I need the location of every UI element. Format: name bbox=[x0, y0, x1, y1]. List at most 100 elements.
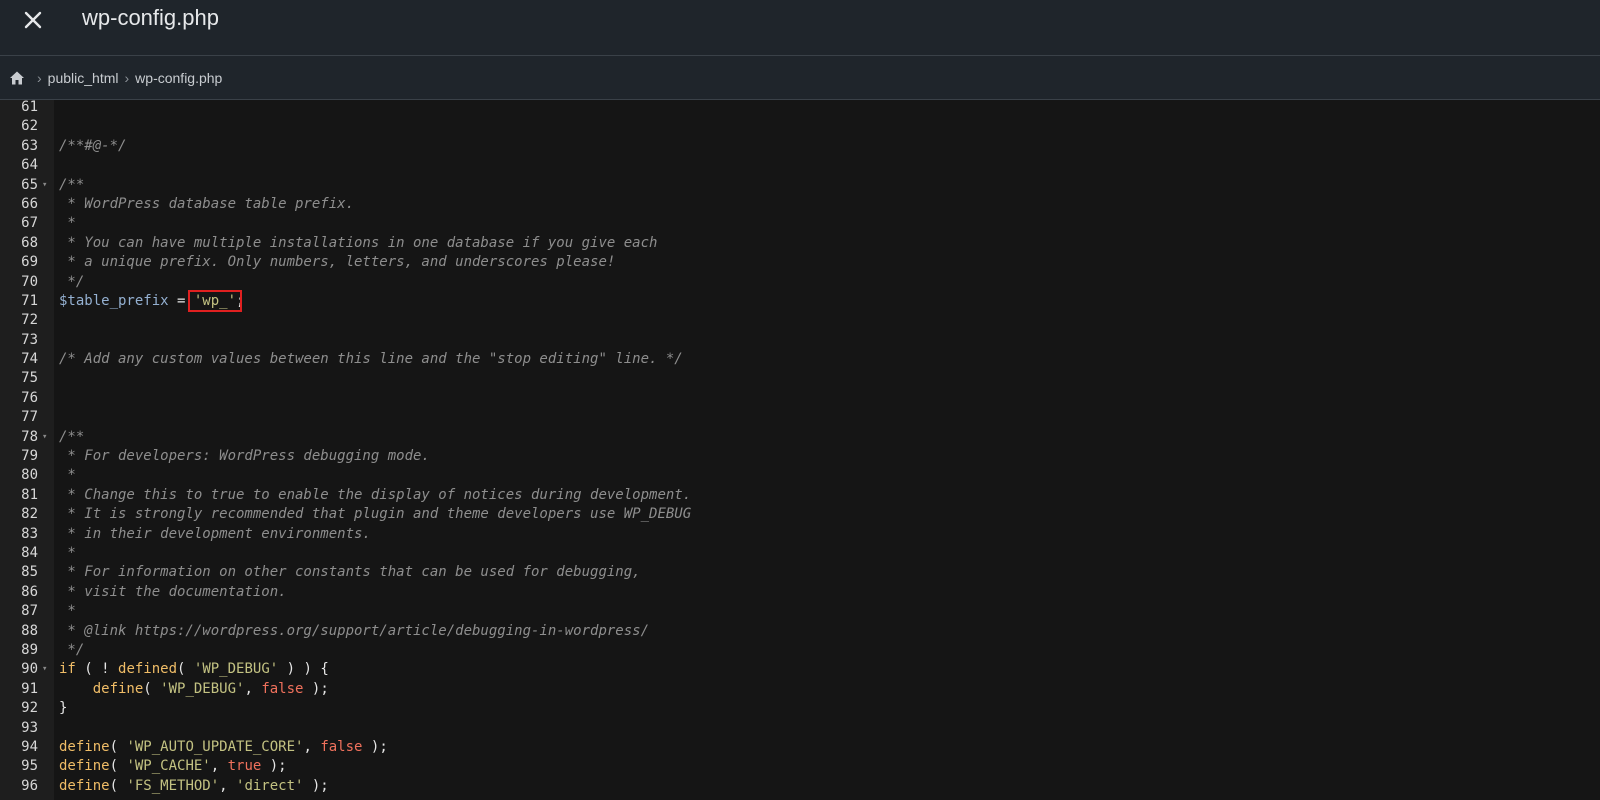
code-line[interactable]: 77 bbox=[0, 408, 1600, 427]
code-line[interactable]: 71 $table_prefix = 'wp_'; bbox=[0, 289, 1600, 312]
code-token: * bbox=[59, 215, 76, 232]
line-code: * bbox=[59, 214, 76, 233]
code-line[interactable]: 69 * a unique prefix. Only numbers, lett… bbox=[0, 253, 1600, 272]
code-line[interactable]: 73 bbox=[0, 331, 1600, 350]
code-token: ( bbox=[109, 738, 127, 755]
close-icon[interactable] bbox=[20, 7, 46, 33]
code-token: define bbox=[59, 738, 110, 755]
line-number: 65 bbox=[21, 176, 38, 193]
code-line[interactable]: 91 define( 'WP_DEBUG', false ); bbox=[0, 680, 1600, 699]
line-code: * bbox=[59, 602, 76, 621]
code-line[interactable]: 79 * For developers: WordPress debugging… bbox=[0, 447, 1600, 466]
code-token: 'WP_DEBUG' bbox=[160, 680, 245, 697]
code-token: * WordPress database table prefix. bbox=[59, 195, 355, 212]
code-token: , bbox=[244, 680, 262, 697]
fold-toggle-icon[interactable]: ▾ bbox=[42, 660, 47, 679]
line-code: define( 'WP_AUTO_UPDATE_CORE', false ); bbox=[59, 738, 388, 757]
code-editor[interactable]: 61 62 63/**#@-*/64 65 ▾/** 66 * WordPress dat… bbox=[0, 100, 1600, 800]
code-token: /** bbox=[59, 428, 85, 445]
code-token: * You can have multiple installations in… bbox=[59, 234, 658, 251]
home-icon[interactable] bbox=[9, 70, 25, 86]
line-number: 67 bbox=[21, 215, 38, 232]
highlighted-table-prefix: 'wp_' bbox=[187, 289, 243, 312]
code-line[interactable]: 87 * bbox=[0, 602, 1600, 621]
line-code: */ bbox=[59, 641, 84, 660]
code-token: define bbox=[59, 758, 110, 775]
code-line[interactable]: 83 * in their development environments. bbox=[0, 525, 1600, 544]
code-line[interactable]: 90 ▾ if ( ! defined( 'WP_DEBUG' ) ) { bbox=[0, 660, 1600, 679]
code-line[interactable]: 63 /**#@-*/ bbox=[0, 137, 1600, 156]
code-line[interactable]: 80 * bbox=[0, 466, 1600, 485]
code-token: ( ! bbox=[75, 661, 119, 678]
code-token: 'direct' bbox=[236, 777, 304, 794]
line-number: 93 bbox=[21, 719, 38, 736]
code-line[interactable]: 66 * WordPress database table prefix. bbox=[0, 195, 1600, 214]
code-line[interactable]: 86 * visit the documentation. bbox=[0, 583, 1600, 602]
code-line[interactable]: 84 * bbox=[0, 544, 1600, 563]
code-line[interactable]: 85 * For information on other constants … bbox=[0, 563, 1600, 582]
code-lines[interactable]: 61 62 63/**#@-*/64 65 ▾/** 66 * WordPress dat… bbox=[0, 100, 1600, 796]
line-number: 61 bbox=[21, 100, 38, 115]
code-token: ( bbox=[109, 758, 127, 775]
line-code: /** bbox=[59, 176, 84, 195]
code-line[interactable]: 94 define( 'WP_AUTO_UPDATE_CORE', false )… bbox=[0, 738, 1600, 757]
line-code: define( 'WP_DEBUG', false ); bbox=[59, 680, 329, 699]
code-token: define bbox=[59, 777, 110, 794]
code-token: * bbox=[59, 603, 76, 620]
breadcrumb-public-html[interactable]: public_html bbox=[48, 70, 119, 86]
code-line[interactable]: 93 bbox=[0, 719, 1600, 738]
code-token: * Change this to true to enable the disp… bbox=[59, 486, 692, 503]
line-number: 75 bbox=[21, 370, 38, 387]
line-number: 88 bbox=[21, 622, 38, 639]
code-token: 'FS_METHOD' bbox=[126, 777, 220, 794]
line-number: 89 bbox=[21, 641, 38, 658]
code-token: true bbox=[227, 758, 262, 775]
code-line[interactable]: 76 bbox=[0, 389, 1600, 408]
code-token: if bbox=[59, 661, 76, 678]
fold-toggle-icon[interactable]: ▾ bbox=[42, 176, 47, 195]
code-line[interactable]: 74 /* Add any custom values between this … bbox=[0, 350, 1600, 369]
code-token: , bbox=[210, 758, 228, 775]
code-line[interactable]: 72 bbox=[0, 311, 1600, 330]
code-line[interactable]: 95 define( 'WP_CACHE', true ); bbox=[0, 757, 1600, 776]
line-code: * bbox=[59, 466, 76, 485]
line-code: * You can have multiple installations in… bbox=[59, 234, 657, 253]
line-code: /* Add any custom values between this li… bbox=[59, 350, 683, 369]
line-code: * bbox=[59, 544, 75, 563]
code-line[interactable]: 75 bbox=[0, 369, 1600, 388]
code-line[interactable]: 81 * Change this to true to enable the d… bbox=[0, 486, 1600, 505]
code-token: * It is strongly recommended that plugin… bbox=[59, 506, 692, 523]
line-number: 73 bbox=[21, 331, 38, 348]
line-code: } bbox=[59, 699, 67, 718]
code-line[interactable]: 88 * @link https://wordpress.org/support… bbox=[0, 622, 1600, 641]
code-line[interactable]: 78 ▾ /** bbox=[0, 428, 1600, 447]
code-token: * bbox=[59, 467, 76, 484]
line-number: 81 bbox=[21, 486, 38, 503]
code-token: * in their development environments. bbox=[59, 525, 371, 542]
code-line[interactable]: 67 * bbox=[0, 214, 1600, 233]
code-line[interactable]: 70 */ bbox=[0, 273, 1600, 292]
code-line[interactable]: 65 ▾ /** bbox=[0, 176, 1600, 195]
line-number: 71 bbox=[21, 292, 38, 309]
line-code: * @link https://wordpress.org/support/ar… bbox=[59, 622, 649, 641]
editor-header: wp-config.php bbox=[0, 0, 1600, 56]
code-line[interactable]: 89 */ bbox=[0, 641, 1600, 660]
code-line[interactable]: 82 * It is strongly recommended that plu… bbox=[0, 505, 1600, 524]
code-token: , bbox=[219, 777, 237, 794]
code-line[interactable]: 96 define( 'FS_METHOD', 'direct' ); bbox=[0, 777, 1600, 796]
code-line[interactable]: 68 * You can have multiple installations… bbox=[0, 234, 1600, 253]
code-line[interactable]: 62 bbox=[0, 117, 1600, 136]
code-token: ; bbox=[236, 292, 245, 309]
code-line[interactable]: 61 bbox=[0, 100, 1600, 117]
chevron-right-icon: › bbox=[124, 69, 130, 86]
code-line[interactable]: 92} bbox=[0, 699, 1600, 718]
code-token: defined bbox=[118, 661, 178, 678]
line-number: 84 bbox=[21, 544, 38, 561]
code-token: false bbox=[261, 680, 304, 697]
line-number: 91 bbox=[21, 680, 38, 697]
fold-toggle-icon[interactable]: ▾ bbox=[42, 428, 47, 447]
code-line[interactable]: 64 bbox=[0, 156, 1600, 175]
line-number: 69 bbox=[21, 254, 38, 271]
breadcrumb-current-file[interactable]: wp-config.php bbox=[135, 70, 222, 86]
